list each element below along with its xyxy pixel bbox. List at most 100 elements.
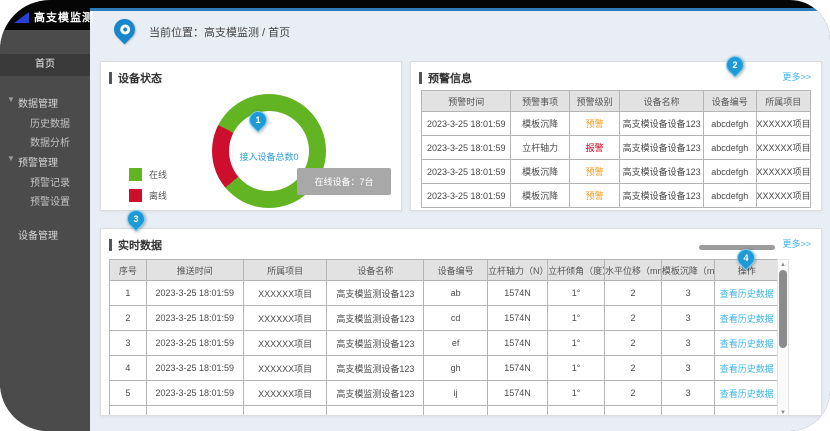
table-row: 2 2023-3-25 18:01:59 XXXXXX项目 高支模监测设备123… <box>110 306 779 331</box>
col-device-code: 设备编号 <box>424 260 488 281</box>
col-no: 序号 <box>110 260 147 281</box>
cell-settle: 3 <box>661 281 715 306</box>
col-project: 所属项目 <box>243 260 327 281</box>
table-row: 2023-3-25 18:01:59 模板沉降 预警 高支模设备设备123 ab… <box>422 184 811 208</box>
scroll-up-icon[interactable]: ▲ <box>778 261 788 269</box>
cell-device: 高支模监测设备123 <box>327 281 424 306</box>
cell-item: 立杆轴力 <box>511 136 569 160</box>
cell-time: 2023-3-25 18:01:59 <box>146 306 243 331</box>
col-warning-item: 预警事项 <box>511 91 569 112</box>
cell-project: XXXXXX项目 <box>756 112 811 136</box>
sidebar-group-data-management[interactable]: ▼ 数据管理 <box>0 92 90 113</box>
warning-more-link[interactable]: 更多>> <box>782 70 811 83</box>
level-badge: 预警 <box>586 119 604 129</box>
cell-action: 查看历史数据 <box>715 281 779 306</box>
vertical-scrollbar-thumb[interactable] <box>779 270 787 348</box>
vertical-scrollbar[interactable]: ▲ ▼ <box>777 259 789 416</box>
warning-info-title: 预警信息 <box>428 70 472 86</box>
sidebar-item-warning-settings[interactable]: 预警设置 <box>0 191 90 210</box>
col-warning-time: 预警时间 <box>422 91 511 112</box>
cell-device: 高支模设备设备123 <box>620 136 704 160</box>
warning-table: 预警时间 预警事项 预警级别 设备名称 设备编号 所属项目 2023-3-25 … <box>421 90 811 208</box>
table-row: 3 2023-3-25 18:01:59 XXXXXX项目 高支模监测设备123… <box>110 331 779 356</box>
sidebar-item-history-data[interactable]: 历史数据 <box>0 113 90 132</box>
cell-code: abcdefgh <box>704 112 757 136</box>
donut-center-label[interactable]: 接入设备总数0 <box>239 150 298 163</box>
legend-item-offline: 离线 <box>129 189 167 202</box>
table-row: 1 2023-3-25 18:01:59 XXXXXX项目 高支模监测设备123… <box>110 281 779 306</box>
col-settlement: 模板沉降（mm） <box>661 260 715 281</box>
warning-table-wrap: 预警时间 预警事项 预警级别 设备名称 设备编号 所属项目 2023-3-25 … <box>421 90 811 208</box>
device-status-panel: 设备状态 接入设备总数0 在线 离线 在线设备：7台 <box>100 61 402 211</box>
title-marker <box>419 72 422 84</box>
cell-device: 高支模监测设备123 <box>327 356 424 381</box>
legend-item-online: 在线 <box>129 168 167 181</box>
col-warning-level: 预警级别 <box>569 91 620 112</box>
level-badge: 预警 <box>586 191 604 201</box>
scroll-down-icon[interactable]: ▼ <box>778 409 788 416</box>
sidebar-item-device-management[interactable]: 设备管理 <box>0 224 90 245</box>
col-axial-force: 立杆轴力（N） <box>487 260 547 281</box>
cell-no: 1 <box>110 281 147 306</box>
app-window: 高支模监测 首页 ▼ 数据管理 历史数据 数据分析 ▼ 预警管理 预警记录 预警… <box>0 0 830 431</box>
cell-settle: 3 <box>661 381 715 406</box>
app-title: 高支模监测 <box>34 9 94 25</box>
table-row-partial <box>110 406 779 417</box>
sidebar-item-data-analysis[interactable]: 数据分析 <box>0 132 90 151</box>
cell-project: XXXXXX项目 <box>243 356 327 381</box>
col-tilt-angle: 立杆倾角（度） <box>548 260 605 281</box>
legend-label: 在线 <box>149 168 167 181</box>
sidebar-item-warning-records[interactable]: 预警记录 <box>0 172 90 191</box>
sidebar-group-warning-management[interactable]: ▼ 预警管理 <box>0 151 90 172</box>
view-history-link[interactable]: 查看历史数据 <box>720 364 774 374</box>
cell-angle: 1° <box>548 331 605 356</box>
warning-table-header-row: 预警时间 预警事项 预警级别 设备名称 设备编号 所属项目 <box>422 91 811 112</box>
level-badge: 报警 <box>586 143 604 153</box>
cell-device: 高支模设备设备123 <box>620 112 704 136</box>
cell-no: 4 <box>110 356 147 381</box>
chart-tooltip: 在线设备：7台 <box>297 168 391 195</box>
cell-disp: 2 <box>605 281 662 306</box>
cell-code: gh <box>424 356 488 381</box>
cell-time: 2023-3-25 18:01:59 <box>146 356 243 381</box>
cell-device: 高支模设备设备123 <box>620 160 704 184</box>
cell-level: 报警 <box>569 136 620 160</box>
view-history-link[interactable]: 查看历史数据 <box>720 289 774 299</box>
title-marker <box>109 239 112 251</box>
cell-action: 查看历史数据 <box>715 356 779 381</box>
cell-disp: 2 <box>605 331 662 356</box>
cell-angle: 1° <box>548 381 605 406</box>
legend-swatch-online <box>129 168 142 181</box>
cell-time: 2023-3-25 18:01:59 <box>146 281 243 306</box>
cell-force: 1574N <box>487 306 547 331</box>
chart-legend: 在线 离线 <box>129 168 167 210</box>
cell-action: 查看历史数据 <box>715 306 779 331</box>
realtime-table-wrap: 序号 推送时间 所属项目 设备名称 设备编号 立杆轴力（N） 立杆倾角（度） 水… <box>109 259 779 416</box>
realtime-more-link[interactable]: 更多>> <box>782 237 811 250</box>
cell-item: 模板沉降 <box>511 112 569 136</box>
cell-action: 查看历史数据 <box>715 331 779 356</box>
realtime-table: 序号 推送时间 所属项目 设备名称 设备编号 立杆轴力（N） 立杆倾角（度） 水… <box>109 259 779 416</box>
cell-code: ab <box>424 281 488 306</box>
cell-item: 模板沉降 <box>511 184 569 208</box>
chevron-down-icon: ▼ <box>7 95 15 104</box>
cell-settle: 3 <box>661 356 715 381</box>
view-history-link[interactable]: 查看历史数据 <box>720 339 774 349</box>
table-row: 2023-3-25 18:01:59 模板沉降 预警 高支模设备设备123 ab… <box>422 112 811 136</box>
cell-code: ij <box>424 381 488 406</box>
view-history-link[interactable]: 查看历史数据 <box>720 314 774 324</box>
sidebar-item-home[interactable]: 首页 <box>0 54 90 76</box>
cell-device: 高支模监测设备123 <box>327 381 424 406</box>
cell-device: 高支模监测设备123 <box>327 306 424 331</box>
table-row: 5 2023-3-25 18:01:59 XXXXXX项目 高支模监测设备123… <box>110 381 779 406</box>
table-row: 2023-3-25 18:01:59 立杆轴力 报警 高支模设备设备123 ab… <box>422 136 811 160</box>
breadcrumb: 当前位置：高支模监测 / 首页 <box>114 19 290 40</box>
main-content: 当前位置：高支模监测 / 首页 设备状态 接入设备总数0 在线 离线 <box>90 8 830 431</box>
cell-project: XXXXXX项目 <box>243 281 327 306</box>
cell-code: ef <box>424 331 488 356</box>
view-history-link[interactable]: 查看历史数据 <box>720 389 774 399</box>
cell-no: 3 <box>110 331 147 356</box>
title-marker <box>109 72 112 84</box>
horizontal-scrollbar-thumb[interactable] <box>699 245 775 250</box>
legend-label: 离线 <box>149 189 167 202</box>
